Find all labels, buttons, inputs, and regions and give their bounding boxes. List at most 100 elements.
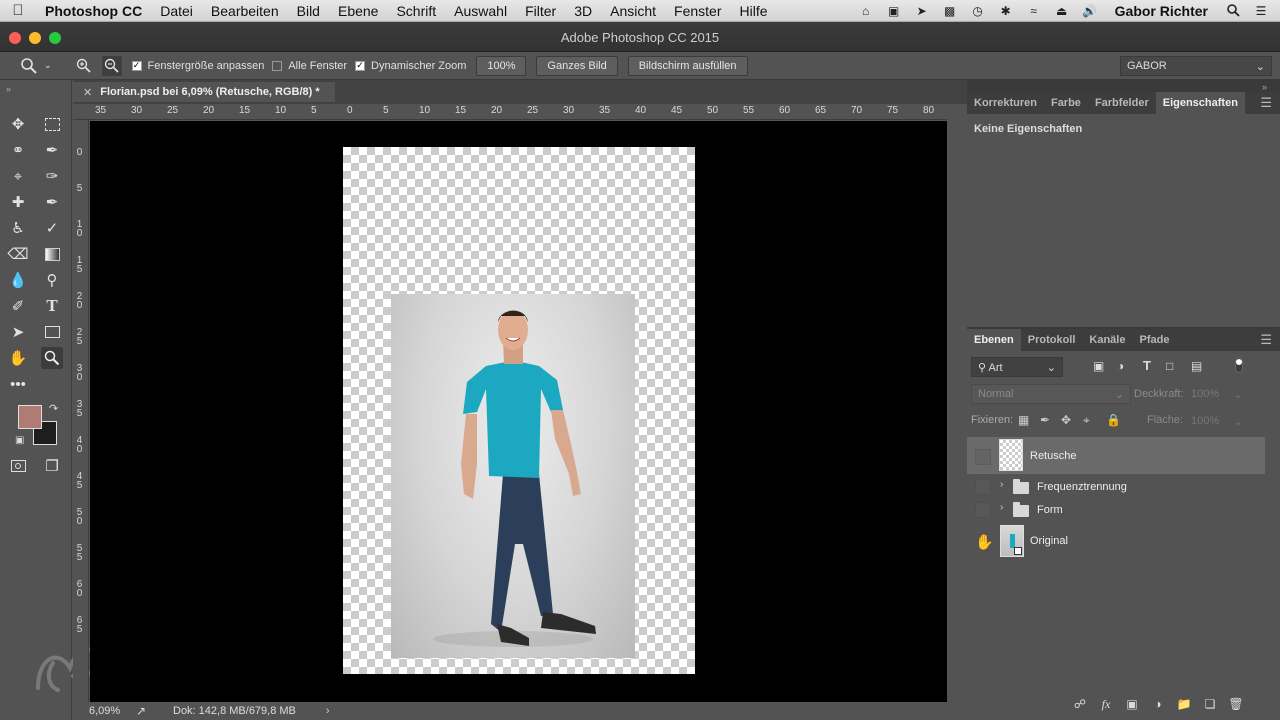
crop-tool-icon[interactable]: ⌖ xyxy=(7,165,29,187)
clone-stamp-tool-icon[interactable]: ♿ xyxy=(7,217,29,239)
zoom-100-button[interactable]: 100% xyxy=(476,55,527,76)
layer-name[interactable]: Original xyxy=(1030,535,1068,547)
status-zoom[interactable]: 6,09% xyxy=(89,705,129,717)
layer-row-form[interactable]: › Form xyxy=(967,498,1265,521)
horizontal-ruler[interactable]: 35 30 25 20 15 10 5 0 5 10 15 20 25 30 35 40 45 50 55 60 65 7… xyxy=(73,104,947,120)
home-icon[interactable]: ⌂ xyxy=(857,4,875,18)
opacity-field[interactable]: 100% ⌄ xyxy=(1187,384,1247,404)
chevron-right-icon[interactable]: › xyxy=(1000,479,1003,490)
move-tool-icon[interactable]: ✥ xyxy=(7,113,29,135)
eraser-tool-icon[interactable]: ⌫ xyxy=(7,243,29,265)
lasso-tool-icon[interactable]: ⚭ xyxy=(7,139,29,161)
history-brush-tool-icon[interactable]: ✓ xyxy=(41,217,63,239)
panel-menu-icon[interactable]: ☰ xyxy=(1260,95,1280,111)
filter-shape-icon[interactable]: □ xyxy=(1166,359,1173,373)
collapse-toolbar-icon[interactable]: » xyxy=(6,84,11,94)
workspace-dropdown[interactable]: GABOR ⌄ xyxy=(1120,56,1272,76)
tab-farbe[interactable]: Farbe xyxy=(1044,97,1088,109)
fill-screen-button[interactable]: Bildschirm ausfüllen xyxy=(627,55,748,76)
resize-windows-checkbox[interactable]: ✓ xyxy=(131,60,142,71)
tab-eigenschaften[interactable]: Eigenschaften xyxy=(1155,92,1245,114)
tab-korrekturen[interactable]: Korrekturen xyxy=(967,97,1044,109)
notification-list-icon[interactable]: ☰ xyxy=(1252,4,1270,18)
foreground-color-swatch[interactable] xyxy=(18,405,42,429)
swap-colors-icon[interactable]: ↷ xyxy=(49,402,58,415)
collapse-panels-icon[interactable]: » xyxy=(1262,82,1267,92)
volume-icon[interactable]: 🔊 xyxy=(1081,4,1099,18)
menu-auswahl[interactable]: Auswahl xyxy=(445,3,516,19)
camera-icon[interactable]: ▣ xyxy=(885,4,903,18)
document-canvas[interactable] xyxy=(343,147,695,674)
menu-bearbeiten[interactable]: Bearbeiten xyxy=(202,3,288,19)
blur-tool-icon[interactable]: 💧 xyxy=(7,269,29,291)
menu-fenster[interactable]: Fenster xyxy=(665,3,730,19)
fit-screen-button[interactable]: Ganzes Bild xyxy=(536,55,618,76)
tab-protokoll[interactable]: Protokoll xyxy=(1021,334,1083,346)
filter-smart-object-icon[interactable]: ▤ xyxy=(1191,359,1202,373)
layer-filter-dropdown[interactable]: ⚲ Art ⌄ xyxy=(971,357,1063,377)
add-mask-icon[interactable]: ▣ xyxy=(1124,697,1140,711)
eject-icon[interactable]: ⏏ xyxy=(1053,4,1071,18)
default-colors-icon[interactable]: ▣ xyxy=(15,435,24,446)
layer-thumbnail[interactable] xyxy=(1000,525,1024,557)
layer-visibility-toggle[interactable] xyxy=(975,449,991,465)
zoom-tool-icon[interactable] xyxy=(41,347,63,369)
zoom-out-icon[interactable] xyxy=(101,55,122,76)
tab-ebenen[interactable]: Ebenen xyxy=(967,329,1021,351)
hand-tool-icon[interactable]: ✋ xyxy=(7,347,29,369)
all-windows-checkbox[interactable] xyxy=(272,60,283,71)
layer-name[interactable]: Retusche xyxy=(1030,450,1076,462)
menu-3d[interactable]: 3D xyxy=(565,3,601,19)
tab-pfade[interactable]: Pfade xyxy=(1132,334,1176,346)
tab-farbfelder[interactable]: Farbfelder xyxy=(1088,97,1156,109)
filter-type-icon[interactable]: T xyxy=(1143,358,1151,373)
lock-pixels-icon[interactable]: ✒ xyxy=(1040,413,1050,427)
more-tools-icon[interactable]: ••• xyxy=(7,373,29,395)
close-tab-icon[interactable]: ✕ xyxy=(83,86,92,99)
spotlight-search-icon[interactable] xyxy=(1224,4,1242,18)
quick-selection-tool-icon[interactable]: ✒ xyxy=(41,139,63,161)
menu-ansicht[interactable]: Ansicht xyxy=(601,3,665,19)
menu-ebene[interactable]: Ebene xyxy=(329,3,387,19)
healing-brush-tool-icon[interactable]: ✚ xyxy=(7,191,29,213)
layer-visibility-toggle[interactable] xyxy=(975,479,991,495)
delete-layer-icon[interactable]: 🗑 xyxy=(1228,697,1244,711)
gradient-tool-icon[interactable] xyxy=(41,243,63,265)
layer-group-name[interactable]: Form xyxy=(1037,504,1063,516)
menu-filter[interactable]: Filter xyxy=(516,3,565,19)
link-layers-icon[interactable]: ☍ xyxy=(1072,697,1088,711)
layer-row-frequenztrennung[interactable]: › Frequenztrennung xyxy=(967,475,1265,498)
menu-datei[interactable]: Datei xyxy=(151,3,202,19)
layer-row-retusche[interactable]: Retusche xyxy=(967,437,1265,474)
scrubby-zoom-checkbox[interactable]: ✓ xyxy=(355,60,366,71)
lock-position-icon[interactable]: ✥ xyxy=(1061,413,1071,427)
menu-app-name[interactable]: Photoshop CC xyxy=(36,3,151,19)
apple-icon[interactable]:  xyxy=(0,2,36,19)
brush-tool-icon[interactable]: ✒ xyxy=(41,191,63,213)
bluetooth-icon[interactable]: ✱ xyxy=(997,4,1015,18)
quick-mask-icon[interactable] xyxy=(7,455,29,477)
scrubby-zoom-option[interactable]: ✓ Dynamischer Zoom xyxy=(355,60,466,72)
path-selection-tool-icon[interactable]: ➤ xyxy=(7,321,29,343)
layer-thumbnail[interactable] xyxy=(999,439,1023,471)
send-icon[interactable]: ➤ xyxy=(913,4,931,18)
lock-transparent-icon[interactable]: ▦ xyxy=(1018,413,1029,427)
time-machine-icon[interactable]: ◷ xyxy=(969,4,987,18)
layer-visibility-toggle[interactable] xyxy=(975,502,991,518)
filter-toggle[interactable] xyxy=(1235,357,1243,373)
layer-style-fx-icon[interactable]: fx xyxy=(1098,697,1114,711)
share-icon[interactable]: ↗ xyxy=(133,704,149,718)
wifi-icon[interactable]: ≈ xyxy=(1025,4,1043,18)
layer-row-original[interactable]: ✋ Original xyxy=(967,525,1265,557)
marquee-tool-icon[interactable] xyxy=(41,113,63,135)
menu-hilfe[interactable]: Hilfe xyxy=(731,3,777,19)
new-group-icon[interactable]: 📁 xyxy=(1176,697,1192,711)
pen-tool-icon[interactable]: ✐ xyxy=(7,295,29,317)
tab-kanaele[interactable]: Kanäle xyxy=(1082,334,1132,346)
status-menu-icon[interactable]: › xyxy=(326,705,330,717)
filter-pixel-icon[interactable]: ▣ xyxy=(1093,359,1104,373)
blend-mode-dropdown[interactable]: Normal ⌄ xyxy=(971,384,1131,404)
new-layer-icon[interactable]: ❏ xyxy=(1202,697,1218,711)
dodge-tool-icon[interactable]: ⚲ xyxy=(41,269,63,291)
fill-field[interactable]: 100% ⌄ xyxy=(1187,411,1247,431)
